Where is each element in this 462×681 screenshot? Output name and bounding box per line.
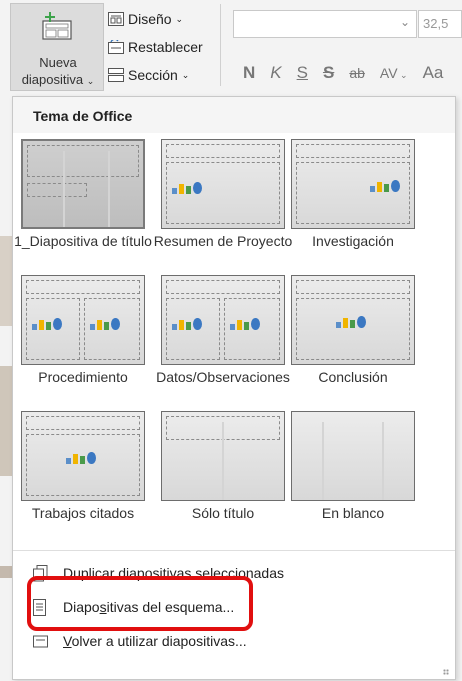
italic-button[interactable]: K xyxy=(270,63,281,83)
character-spacing-button[interactable]: AV ⌄ xyxy=(380,65,408,81)
highlight-annotation xyxy=(27,576,253,631)
layout-label-summary: Resumen de Proyecto xyxy=(153,233,293,249)
layout-thumbnail-summary[interactable] xyxy=(161,139,285,229)
ribbon-separator xyxy=(220,4,221,86)
section-header: Tema de Office xyxy=(13,97,455,133)
layout-thumbnail-blank[interactable] xyxy=(291,411,415,501)
reuse-slides-icon xyxy=(33,635,48,648)
reset-icon xyxy=(108,40,124,54)
menu-divider xyxy=(13,550,455,551)
layout-label-research: Investigación xyxy=(312,233,394,249)
section-label: Sección xyxy=(128,67,178,83)
layout-label-procedure: Procedimiento xyxy=(38,369,128,385)
reset-label: Restablecer xyxy=(128,39,203,55)
resize-grip-icon[interactable] xyxy=(443,669,449,675)
layout-label-blank: En blanco xyxy=(321,505,385,521)
ribbon: Nueva diapositiva ⌄ Diseño ⌄ Restablecer… xyxy=(0,0,462,96)
layout-label-works-cited: Trabajos citados xyxy=(31,505,135,521)
layout-icon xyxy=(108,12,124,26)
layout-thumbnail-title[interactable] xyxy=(21,139,145,229)
slide-pane-edge xyxy=(0,96,12,681)
shadow-button[interactable]: S xyxy=(323,63,334,83)
layout-label-data: Datos/Observaciones xyxy=(156,369,290,385)
layout-thumbnail-title-only[interactable] xyxy=(161,411,285,501)
layout-label-title-only: Sólo título xyxy=(191,505,255,521)
section-button[interactable]: Sección ⌄ xyxy=(108,65,189,85)
layout-label-title: 1_Diapositiva de título xyxy=(14,233,152,249)
new-slide-icon xyxy=(42,12,72,40)
layout-thumbnail-data[interactable] xyxy=(161,275,285,365)
new-slide-label: Nueva diapositiva ⌄ xyxy=(21,55,95,87)
layout-thumbnail-procedure[interactable] xyxy=(21,275,145,365)
reset-button[interactable]: Restablecer xyxy=(108,37,203,57)
layout-button[interactable]: Diseño ⌄ xyxy=(108,9,183,29)
layout-thumbnail-works-cited[interactable] xyxy=(21,411,145,501)
change-case-button[interactable]: Aa xyxy=(423,63,444,83)
strikethrough-button[interactable]: ab xyxy=(349,65,365,81)
new-slide-button[interactable]: Nueva diapositiva ⌄ xyxy=(10,3,104,91)
font-name-box[interactable]: ⌄ xyxy=(233,10,417,38)
format-buttons: N K S S ab AV ⌄ Aa xyxy=(243,60,443,86)
layout-label: Diseño xyxy=(128,11,172,27)
chevron-down-icon: ⌄ xyxy=(399,15,410,29)
section-icon xyxy=(108,68,124,82)
bold-button[interactable]: N xyxy=(243,63,255,83)
underline-button[interactable]: S xyxy=(297,63,308,83)
font-size-box[interactable]: 32,5 xyxy=(418,10,462,38)
layout-thumbnail-research[interactable] xyxy=(291,139,415,229)
layout-label-conclusion: Conclusión xyxy=(318,369,388,385)
layout-thumbnail-conclusion[interactable] xyxy=(291,275,415,365)
